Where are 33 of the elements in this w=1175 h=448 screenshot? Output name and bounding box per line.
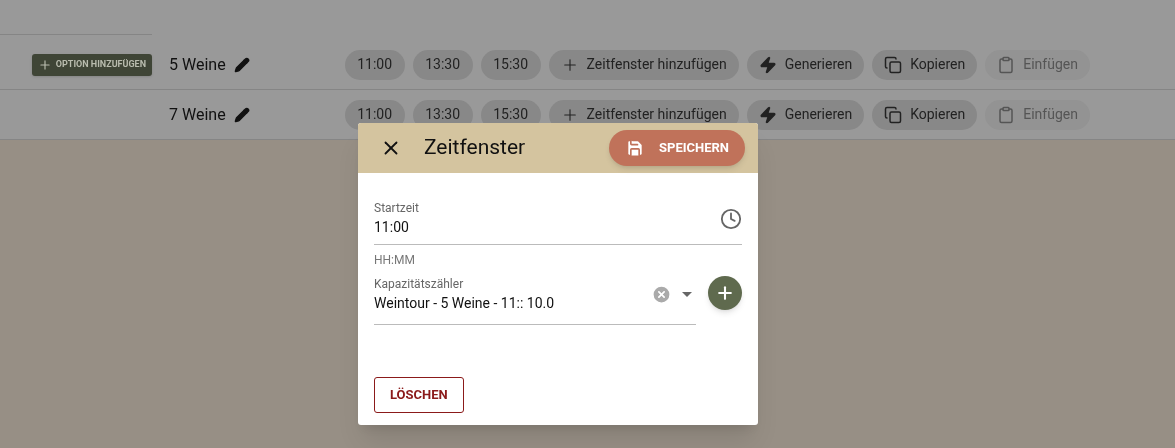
dialog-title: Zeitfenster [424,134,526,162]
edit-icon[interactable] [233,106,250,123]
clipboard-icon [997,55,1016,74]
delete-button[interactable]: LÖSCHEN [374,377,464,413]
capacity-select[interactable]: Weintour - 5 Weine - 11:: 10.0 [374,293,555,314]
plus-icon [37,57,52,72]
row-title: 7 Weine [169,103,226,126]
save-button[interactable]: SPEICHERN [609,130,745,166]
field-label: Kapazitätszähler [374,276,465,293]
action-chip[interactable]: Kopieren [872,99,978,130]
field-label: Startzeit [374,200,419,217]
edit-icon[interactable] [233,56,250,73]
save-icon [625,138,645,158]
action-chip[interactable]: Generieren [746,99,865,130]
action-chip[interactable]: Zeitfenster hinzufügen [548,49,739,80]
add-button[interactable] [708,276,742,310]
copy-icon [884,55,903,74]
time-chip[interactable]: 15:30 [480,49,541,80]
action-chip[interactable]: Generieren [746,49,865,80]
field-hint: HH:MM [374,252,416,269]
copy-icon [884,105,903,124]
row-title: 5 Weine [169,53,226,76]
lightning-icon [758,55,777,74]
add-option-button[interactable]: OPTION HINZUFÜGEN [31,53,152,76]
clipboard-icon [997,105,1016,124]
clock-icon[interactable] [720,207,742,230]
time-chip[interactable]: 11:00 [344,49,405,80]
lightning-icon [758,105,777,124]
time-chip[interactable]: 13:30 [412,49,473,80]
plus-icon [715,283,735,303]
start-time-field[interactable]: 11:00 [374,217,419,238]
dropdown-caret-icon[interactable] [682,292,692,297]
action-chip[interactable]: Kopieren [872,49,978,80]
